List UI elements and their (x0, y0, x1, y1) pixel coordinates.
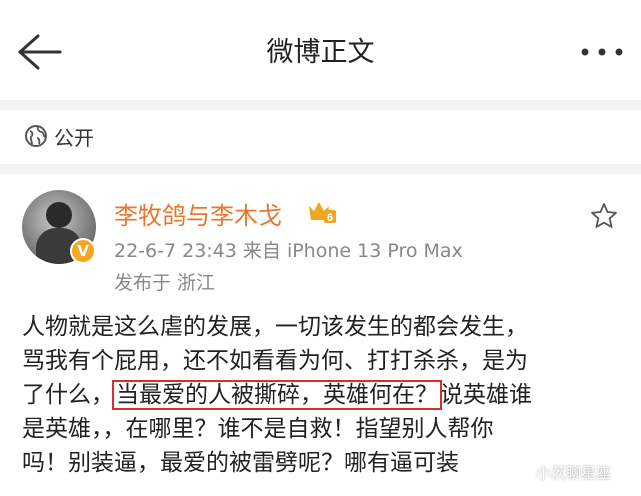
visibility-label: 公开 (54, 126, 94, 150)
rank-badge-icon: 6 (306, 198, 336, 224)
visibility-row: 公开 (0, 110, 641, 164)
content-text: 了什么， (22, 382, 114, 408)
post-location: 发布于 浙江 (114, 272, 216, 294)
content-line: 了什么，当最爱的人被撕碎，英雄何在？说英雄谁 (22, 378, 622, 412)
rank-badge-number: 6 (327, 212, 333, 224)
content-line: 骂我有个屁用，还不如看看为何、打打杀杀，是为 (22, 348, 528, 374)
more-dots-icon[interactable] (579, 40, 625, 64)
content-text: 说英雄谁 (440, 382, 532, 408)
page-title: 微博正文 (266, 37, 375, 68)
star-icon[interactable] (590, 202, 618, 230)
divider (0, 100, 641, 110)
verified-badge: V (70, 238, 96, 264)
post-content: 人物就是这么虐的发展，一切该发生的都会发生， 骂我有个屁用，还不如看看为何、打打… (22, 310, 622, 480)
watermark: 小茨聊星座 (536, 464, 612, 482)
content-line: 吗！别装逼，最爱的被雷劈呢？哪有逼可装 (22, 450, 459, 476)
content-line: 是英雄，，在哪里？谁不是自救！指望别人帮你 (22, 416, 494, 442)
weibo-post: V 李牧鸽与李木戈 6 22-6-7 23:43 来自 iPhone 13 Pr… (0, 174, 641, 496)
globe-icon (24, 124, 48, 148)
author-name[interactable]: 李牧鸽与李木戈 (114, 196, 282, 231)
post-meta: 22-6-7 23:43 来自 iPhone 13 Pro Max (114, 240, 463, 262)
top-bar: 微博正文 (0, 0, 641, 100)
highlighted-quote: 当最爱的人被撕碎，英雄何在？ (112, 380, 442, 410)
content-line: 人物就是这么虐的发展，一切该发生的都会发生， (22, 314, 528, 340)
divider (0, 164, 641, 174)
